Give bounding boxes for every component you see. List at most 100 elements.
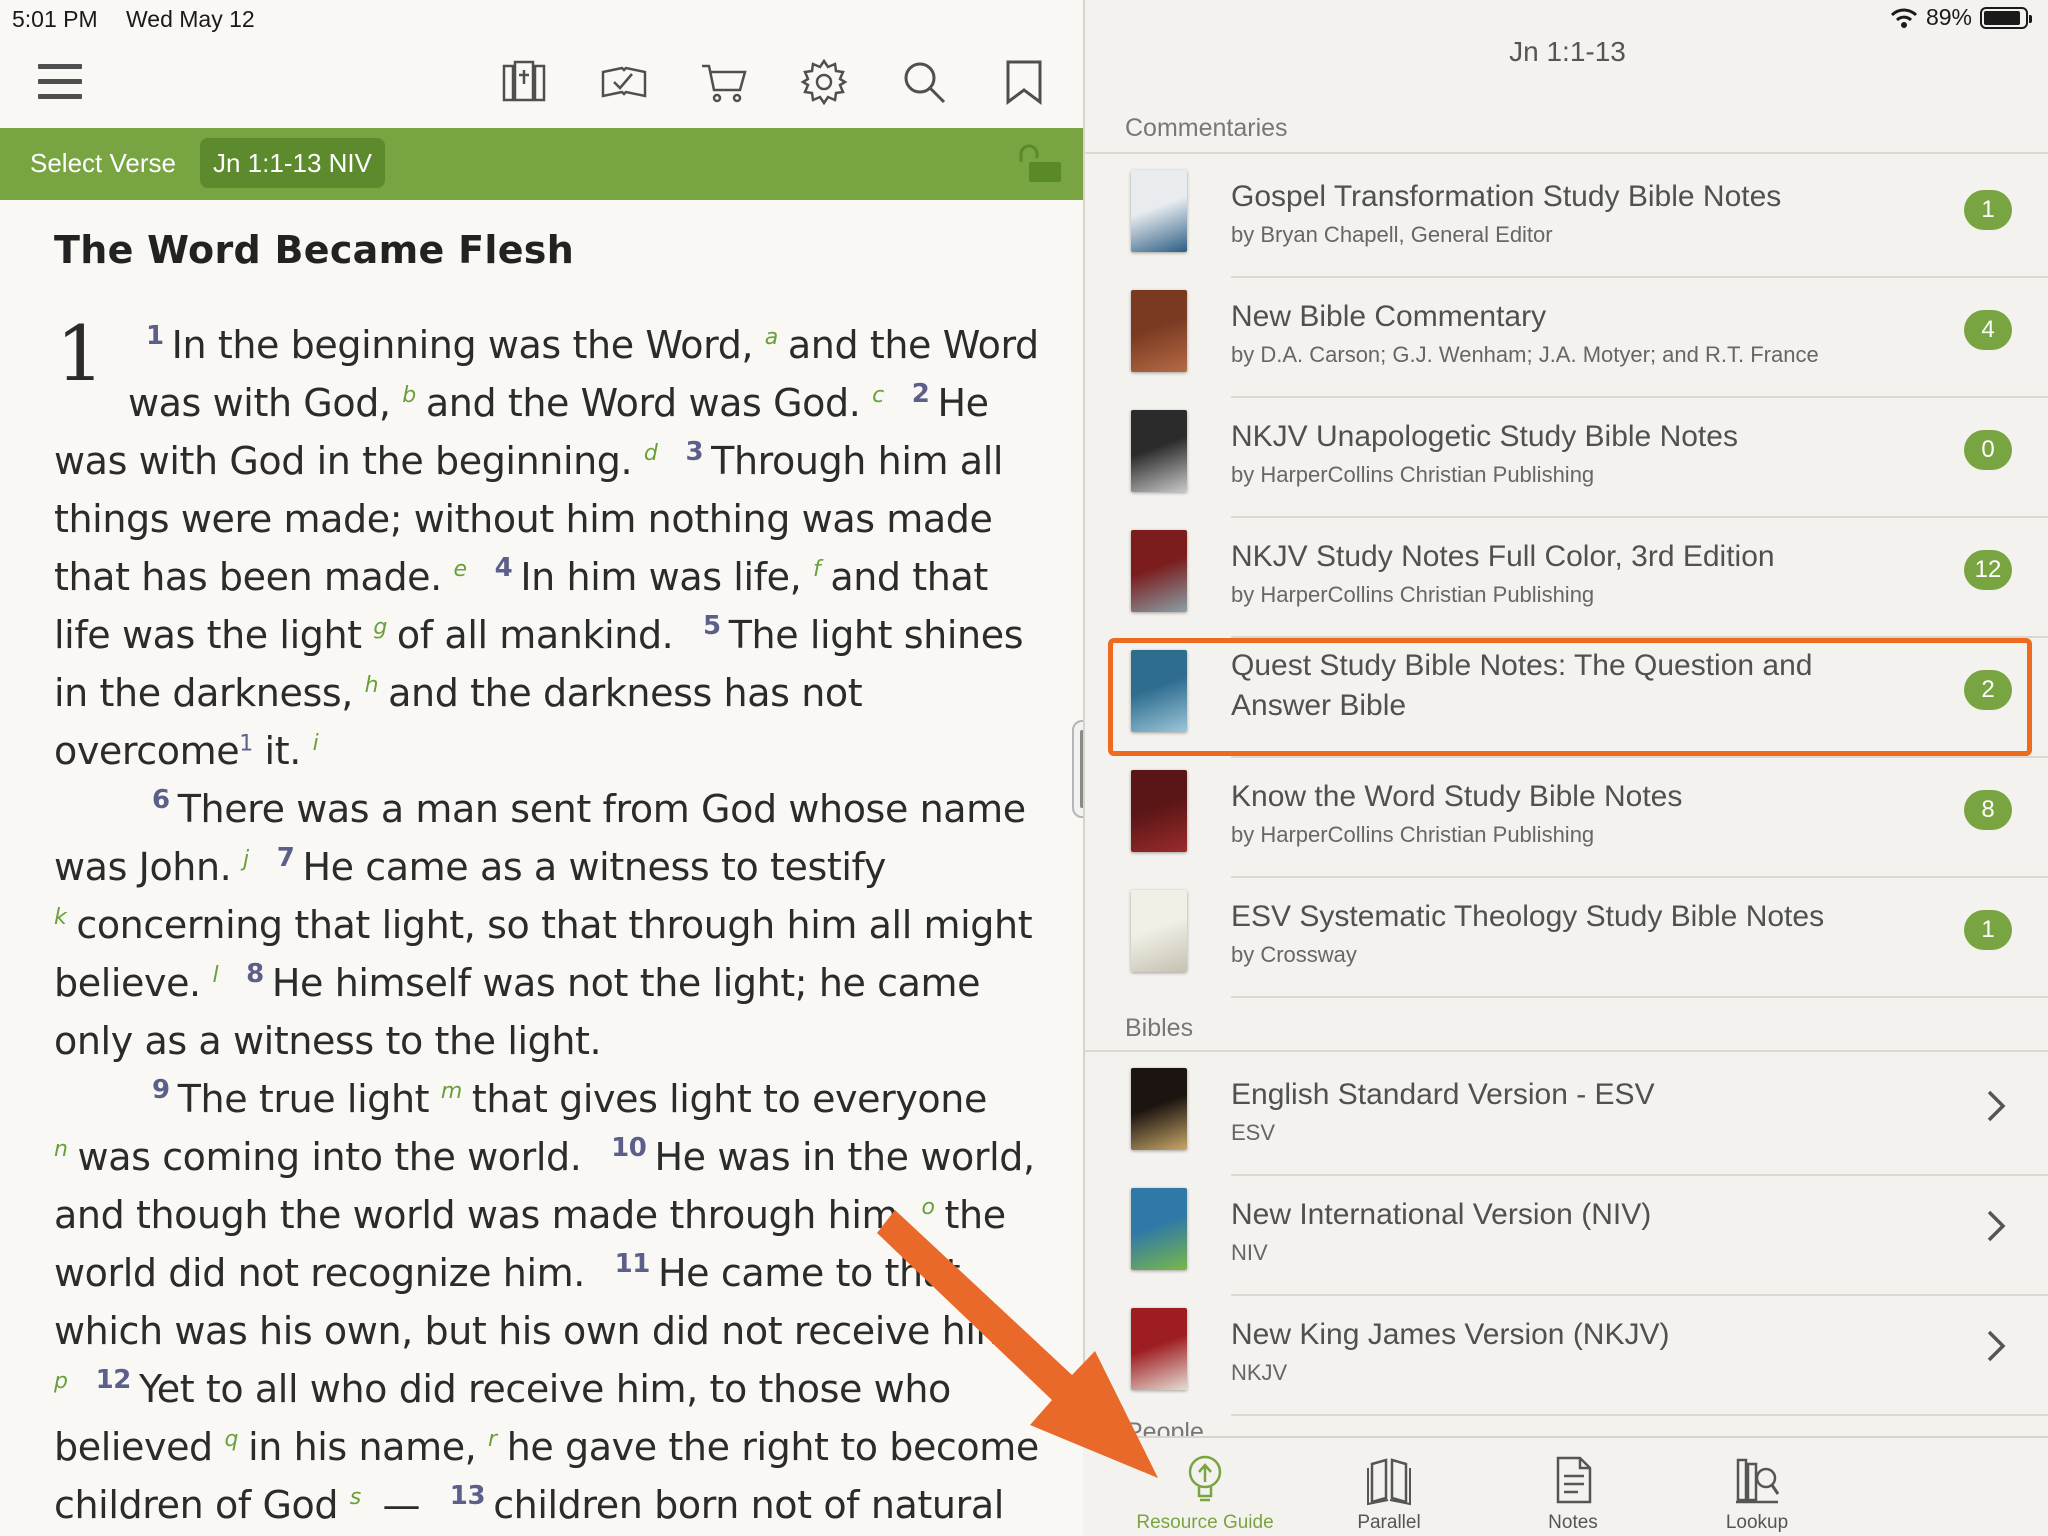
reading-plans-icon[interactable] [600, 58, 648, 106]
commentary-row[interactable]: Know the Word Study Bible Notes by Harper… [1085, 758, 2048, 878]
match-count-badge: 4 [1964, 310, 2012, 350]
chevron-right-icon[interactable] [1984, 1326, 2008, 1366]
resource-guide-title: Jn 1:1-13 [1509, 36, 1626, 67]
verse-number[interactable]: 3 [685, 437, 703, 467]
book-cover-icon [1131, 290, 1187, 372]
verse-number[interactable]: 5 [703, 611, 721, 641]
resource-title: NKJV Unapologetic Study Bible Notes [1231, 420, 1738, 453]
cross-reference-marker[interactable]: f [813, 557, 821, 582]
menu-icon[interactable] [36, 58, 84, 106]
bible-row[interactable]: New King James Version (NKJV) NKJV [1085, 1296, 2048, 1416]
cross-reference-marker[interactable]: s [350, 1485, 361, 1510]
reference-chip[interactable]: Jn 1:1-13 NIV [200, 138, 385, 188]
verse-text: — [370, 1483, 421, 1527]
book-cover-icon [1131, 1308, 1187, 1390]
cross-reference-marker[interactable]: r [488, 1427, 497, 1452]
cross-reference-marker[interactable]: g [373, 615, 387, 640]
passage-text[interactable]: 1 1 In the beginning was the Word, a and t… [54, 316, 1040, 1536]
bookmark-icon[interactable] [1000, 58, 1048, 106]
resource-title: Gospel Transformation Study Bible Notes [1231, 180, 1782, 213]
unlock-icon[interactable] [1015, 144, 1063, 184]
chevron-right-icon[interactable] [1984, 1206, 2008, 1246]
commentary-row[interactable]: New Bible Commentary by D.A. Carson; G.J.… [1085, 278, 2048, 398]
bible-abbreviation: ESV [1231, 1120, 1276, 1145]
verse-number[interactable]: 8 [246, 959, 264, 989]
cross-reference-marker[interactable]: b [402, 383, 416, 408]
commentary-row[interactable]: Gospel Transformation Study Bible Notes b… [1085, 158, 2048, 278]
verse-number[interactable]: 12 [96, 1365, 132, 1395]
chevron-right-icon[interactable] [1984, 1086, 2008, 1126]
cross-reference-marker[interactable]: a [765, 325, 778, 350]
status-date: Wed May 12 [126, 6, 255, 32]
resource-author: by HarperCollins Christian Publishing [1231, 582, 1595, 607]
passage-paragraph: 9 The true light m that gives light to eve… [54, 1070, 1040, 1536]
passage-paragraph: 6 There was a man sent from God whose nam… [54, 780, 1040, 1070]
bible-reader-pane: 5:01 PM Wed May 12 Select Verse Jn 1:1-1… [0, 0, 1092, 1536]
status-time: 5:01 PM [12, 6, 98, 32]
footnote-marker[interactable]: 1 [239, 731, 253, 756]
resource-title: Know the Word Study Bible Notes [1231, 780, 1683, 813]
verse-number[interactable]: 6 [152, 785, 170, 815]
tab-parallel[interactable]: Parallel [1289, 1438, 1489, 1536]
verse-text: in his name, [248, 1425, 477, 1469]
verse-number[interactable]: 11 [615, 1249, 651, 1279]
cross-reference-marker[interactable]: m [441, 1079, 462, 1104]
tab-resource-guide[interactable]: Resource Guide [1105, 1438, 1305, 1536]
select-verse-button[interactable]: Select Verse [30, 148, 176, 179]
book-cover-icon [1131, 890, 1187, 972]
commentary-row[interactable]: NKJV Unapologetic Study Bible Notes by Ha… [1085, 398, 2048, 518]
verse-text: In him was life, [520, 555, 802, 599]
book-cover-icon [1131, 530, 1187, 612]
cross-reference-marker[interactable]: q [224, 1427, 238, 1452]
cross-reference-marker[interactable]: d [644, 441, 658, 466]
cross-reference-marker[interactable]: p [54, 1369, 68, 1394]
verse-number[interactable]: 9 [152, 1075, 170, 1105]
cross-reference-marker[interactable]: h [365, 673, 379, 698]
tab-notes[interactable]: Notes [1473, 1438, 1673, 1536]
verse-text: and the Word was God. [425, 381, 861, 425]
verse-number[interactable]: 1 [146, 321, 164, 351]
tab-lookup[interactable]: Lookup [1657, 1438, 1857, 1536]
match-count-badge: 1 [1964, 910, 2012, 950]
cross-reference-marker[interactable]: c [872, 383, 884, 408]
verse-text: it. [252, 729, 302, 773]
cross-reference-marker[interactable]: e [454, 557, 468, 582]
match-count-badge: 12 [1964, 550, 2012, 590]
bibles-section-label: Bibles [1125, 1014, 1194, 1042]
wifi-icon [1890, 8, 1918, 28]
section-divider [1085, 152, 2048, 154]
verse-text: In the beginning was the Word, [171, 323, 754, 367]
bible-row[interactable]: New International Version (NIV) NIV [1085, 1176, 2048, 1296]
passage-heading: The Word Became Flesh [54, 228, 575, 272]
cross-reference-marker[interactable]: n [54, 1137, 68, 1162]
cross-reference-marker[interactable]: k [54, 905, 67, 930]
resource-author: by Crossway [1231, 942, 1357, 967]
cross-reference-marker[interactable]: j [243, 847, 249, 872]
resource-author: by D.A. Carson; G.J. Wenham; J.A. Motyer… [1231, 342, 1819, 367]
match-count-badge: 0 [1964, 430, 2012, 470]
cross-reference-marker[interactable]: l [212, 963, 218, 988]
settings-icon[interactable] [800, 58, 848, 106]
book-cover-icon [1131, 770, 1187, 852]
bible-abbreviation: NIV [1231, 1240, 1268, 1265]
commentaries-section-label: Commentaries [1125, 114, 1288, 142]
tab-label: Parallel [1357, 1512, 1421, 1533]
commentary-row[interactable]: NKJV Study Notes Full Color, 3rd Edition… [1085, 518, 2048, 638]
highlight-box [1108, 638, 2032, 756]
bible-row[interactable]: English Standard Version - ESV ESV [1085, 1056, 2048, 1176]
resource-author: by Bryan Chapell, General Editor [1231, 222, 1553, 247]
commentary-row[interactable]: ESV Systematic Theology Study Bible Note… [1085, 878, 2048, 998]
cart-icon[interactable] [700, 58, 748, 106]
section-divider [1085, 1050, 2048, 1052]
verse-number[interactable]: 4 [495, 553, 513, 583]
notes-icon [1473, 1454, 1673, 1506]
verse-number[interactable]: 7 [277, 843, 295, 873]
cross-reference-marker[interactable]: o [921, 1195, 934, 1220]
verse-number[interactable]: 10 [611, 1133, 647, 1163]
resource-guide-pane: 89% Jn 1:1-13 Commentaries Bibles Gospel… [1083, 0, 2048, 1536]
verse-number[interactable]: 13 [450, 1481, 486, 1511]
library-icon[interactable] [500, 58, 548, 106]
cross-reference-marker[interactable]: i [313, 731, 319, 756]
verse-number[interactable]: 2 [912, 379, 930, 409]
search-icon[interactable] [900, 58, 948, 106]
